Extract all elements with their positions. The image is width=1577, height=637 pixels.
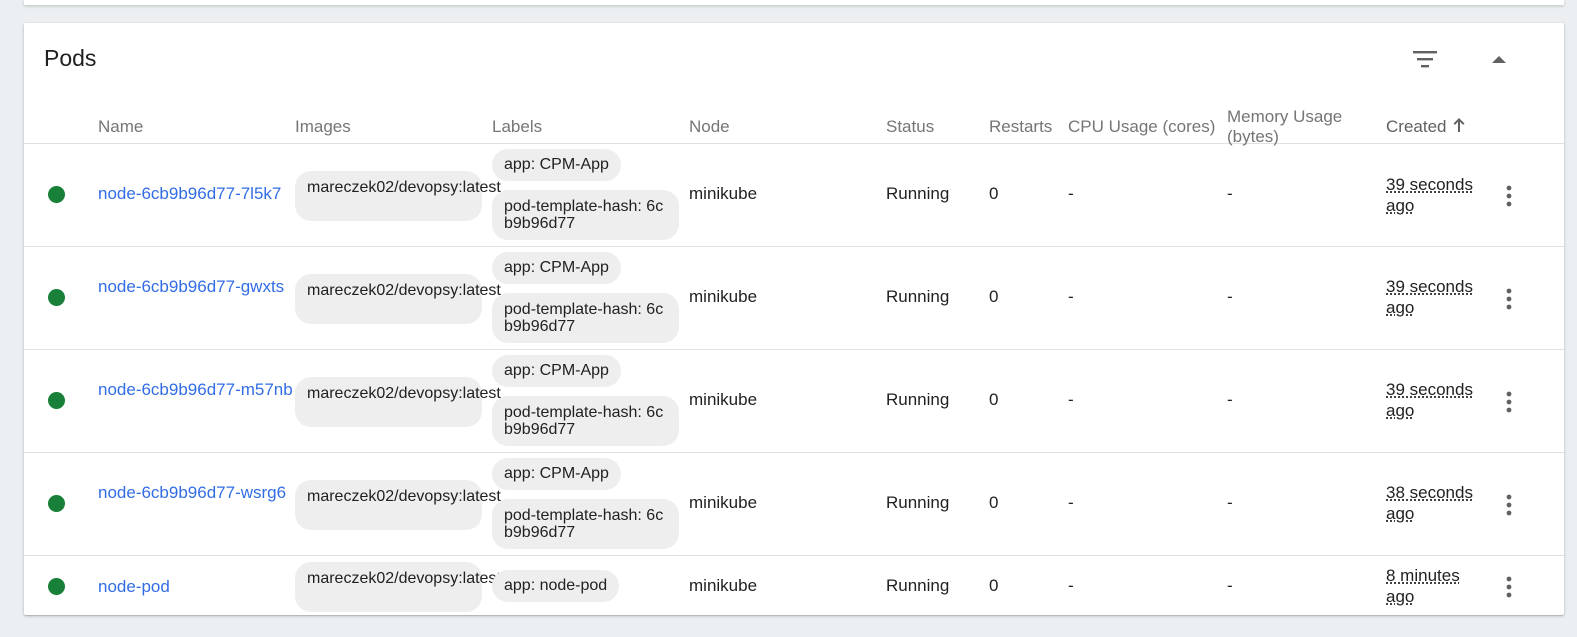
collapse-button[interactable] <box>1479 39 1519 79</box>
memory-cell: - <box>1227 493 1233 512</box>
more-vert-icon <box>1506 494 1512 516</box>
image-chip: mareczek02/devopsy:latest <box>295 274 501 324</box>
filter-list-icon <box>1413 51 1437 68</box>
column-header-node[interactable]: Node <box>689 117 730 137</box>
label-chip: app: node-pod <box>492 570 620 602</box>
row-actions-button[interactable] <box>1494 181 1524 211</box>
table-row: node-6cb9b96d77-gwxts mareczek02/devopsy… <box>24 247 1564 350</box>
restarts-cell: 0 <box>989 390 999 409</box>
column-header-labels: Labels <box>492 117 543 136</box>
column-header-name[interactable]: Name <box>98 117 143 137</box>
column-header-status[interactable]: Status <box>886 117 934 137</box>
created-cell: 39 seconds ago <box>1386 175 1473 215</box>
label-chip: app: CPM-App <box>492 355 621 387</box>
previous-card-edge <box>24 0 1564 5</box>
label-chip: pod-template-hash: 6cb9b96d77 <box>492 293 679 343</box>
status-cell: Running <box>886 184 950 203</box>
column-header-restarts[interactable]: Restarts <box>989 117 1052 137</box>
restarts-cell: 0 <box>989 576 999 595</box>
label-chip: app: CPM-App <box>492 458 621 490</box>
cpu-cell: - <box>1068 390 1074 409</box>
cpu-cell: - <box>1068 493 1074 512</box>
column-header-images: Images <box>295 117 351 136</box>
status-running-icon <box>48 289 65 306</box>
node-cell: minikube <box>689 287 758 306</box>
pod-name-link[interactable]: node-6cb9b96d77-7l5k7 <box>98 183 293 204</box>
memory-cell: - <box>1227 287 1233 306</box>
image-chip: mareczek02/devopsy:latest <box>295 480 501 530</box>
row-actions-button[interactable] <box>1494 387 1524 417</box>
more-vert-icon <box>1506 391 1512 413</box>
image-chip: mareczek02/devopsy:latest <box>295 562 501 612</box>
table-row: node-6cb9b96d77-wsrg6 mareczek02/devopsy… <box>24 453 1564 556</box>
restarts-cell: 0 <box>989 184 999 203</box>
cpu-cell: - <box>1068 184 1074 203</box>
more-vert-icon <box>1506 288 1512 310</box>
created-cell: 39 seconds ago <box>1386 380 1473 420</box>
row-actions-button[interactable] <box>1494 572 1524 602</box>
pod-name-link[interactable]: node-6cb9b96d77-wsrg6 <box>98 482 293 503</box>
pod-name-link[interactable]: node-6cb9b96d77-m57nb <box>98 379 293 400</box>
label-chip: pod-template-hash: 6cb9b96d77 <box>492 499 679 549</box>
label-chip: pod-template-hash: 6cb9b96d77 <box>492 190 679 240</box>
pod-name-link[interactable]: node-6cb9b96d77-gwxts <box>98 276 293 297</box>
image-chip: mareczek02/devopsy:latest <box>295 377 501 427</box>
status-running-icon <box>48 392 65 409</box>
node-cell: minikube <box>689 576 758 595</box>
created-cell: 39 seconds ago <box>1386 277 1473 317</box>
node-cell: minikube <box>689 493 758 512</box>
pod-name-link[interactable]: node-pod <box>98 576 293 597</box>
expand-less-icon <box>1492 56 1506 63</box>
cpu-cell: - <box>1068 576 1074 595</box>
status-running-icon <box>48 186 65 203</box>
row-actions-button[interactable] <box>1494 490 1524 520</box>
status-running-icon <box>48 495 65 512</box>
row-actions-button[interactable] <box>1494 284 1524 314</box>
image-chip: mareczek02/devopsy:latest <box>295 171 501 221</box>
label-chip: pod-template-hash: 6cb9b96d77 <box>492 396 679 446</box>
column-header-memory-line1: Memory Usage <box>1227 107 1343 126</box>
column-header-created-label: Created <box>1386 117 1447 136</box>
column-header-memory[interactable]: Memory Usage (bytes) <box>1227 107 1342 147</box>
status-cell: Running <box>886 576 950 595</box>
label-chip: app: CPM-App <box>492 149 621 181</box>
status-cell: Running <box>886 287 950 306</box>
column-header-cpu[interactable]: CPU Usage (cores) <box>1068 117 1215 137</box>
more-vert-icon <box>1506 576 1512 598</box>
restarts-cell: 0 <box>989 287 999 306</box>
table-row: node-6cb9b96d77-m57nb mareczek02/devopsy… <box>24 350 1564 453</box>
table-header: Name Images Labels Node Status Restarts … <box>24 107 1564 146</box>
arrow-upward-icon <box>1452 117 1466 138</box>
status-cell: Running <box>886 390 950 409</box>
table-row: node-pod mareczek02/devopsy:latest app: … <box>24 556 1564 615</box>
memory-cell: - <box>1227 576 1233 595</box>
memory-cell: - <box>1227 390 1233 409</box>
created-cell: 8 minutes ago <box>1386 566 1460 606</box>
created-cell: 38 seconds ago <box>1386 483 1473 523</box>
card-title: Pods <box>44 45 97 71</box>
node-cell: minikube <box>689 390 758 409</box>
memory-cell: - <box>1227 184 1233 203</box>
filter-button[interactable] <box>1405 39 1445 79</box>
column-header-created[interactable]: Created <box>1386 117 1466 138</box>
table-row: node-6cb9b96d77-7l5k7 mareczek02/devopsy… <box>24 144 1564 247</box>
status-cell: Running <box>886 493 950 512</box>
label-chip: app: CPM-App <box>492 252 621 284</box>
card-header: Pods <box>24 23 1564 93</box>
restarts-cell: 0 <box>989 493 999 512</box>
node-cell: minikube <box>689 184 758 203</box>
more-vert-icon <box>1506 185 1512 207</box>
status-running-icon <box>48 578 65 595</box>
cpu-cell: - <box>1068 287 1074 306</box>
pods-card: Pods Name Images Labels Node Status Rest… <box>24 23 1564 615</box>
